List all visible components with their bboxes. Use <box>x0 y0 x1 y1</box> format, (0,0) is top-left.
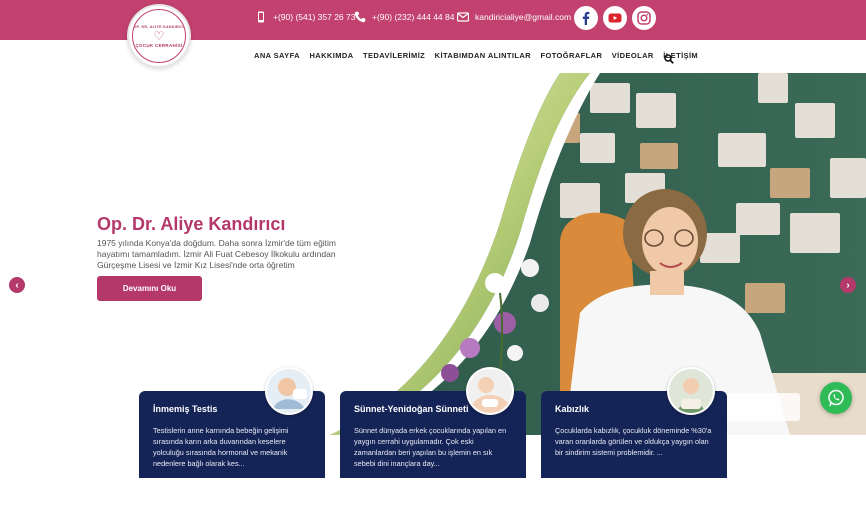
chevron-left-icon: ‹ <box>15 279 19 291</box>
facebook-button[interactable] <box>574 6 598 30</box>
phone-icon <box>354 11 366 23</box>
baby-photo-icon <box>267 369 311 413</box>
search-button[interactable] <box>664 51 674 64</box>
site-logo[interactable]: OP. DR. ALİYE KANDIRICI ♡ ÇOCUK CERRAHİS… <box>127 4 191 68</box>
card-text: Sünnet dünyada erkek çocuklarında yapıla… <box>354 426 507 468</box>
card-image <box>466 367 514 415</box>
slider-prev-button[interactable]: ‹ <box>9 277 25 293</box>
logo-seal: OP. DR. ALİYE KANDIRICI ♡ ÇOCUK CERRAHİS… <box>132 9 186 63</box>
nav-item-ana-sayfa[interactable]: ANA SAYFA <box>254 51 300 60</box>
nav-item-videolar[interactable]: VİDEOLAR <box>612 51 654 60</box>
slider-next-button[interactable]: › <box>840 277 856 293</box>
hero-slider: Op. Dr. Aliye Kandırıcı 1975 yılında Kon… <box>0 73 866 435</box>
phone-mobile[interactable]: +(90) (541) 357 26 73 <box>255 0 355 34</box>
card-image <box>265 367 313 415</box>
nav-item-hakkimda[interactable]: HAKKIMDA <box>309 51 353 60</box>
read-more-button[interactable]: Devamını Oku <box>97 276 202 301</box>
hand-heart-icon: ♡ <box>153 28 165 43</box>
youtube-button[interactable] <box>603 6 627 30</box>
logo-bottom-text: ÇOCUK CERRAHİSİ <box>135 42 183 48</box>
youtube-icon <box>608 13 622 23</box>
newborn-photo-icon <box>468 369 512 413</box>
hero-content: Op. Dr. Aliye Kandırıcı 1975 yılında Kon… <box>97 214 357 271</box>
card-text: Testislerin anne karnında bebeğin gelişi… <box>153 426 289 468</box>
phone-landline[interactable]: +(90) (232) 444 44 84 <box>354 0 454 34</box>
email-text: kandiricialiye@gmail.com <box>475 12 572 22</box>
card-image <box>667 367 715 415</box>
child-photo-icon <box>669 369 713 413</box>
nav-item-fotograflar[interactable]: FOTOĞRAFLAR <box>541 51 603 60</box>
chevron-right-icon: › <box>846 279 850 291</box>
phone-landline-text: +(90) (232) 444 44 84 <box>372 12 455 22</box>
email-link[interactable]: kandiricialiye@gmail.com <box>457 0 571 34</box>
facebook-icon <box>582 11 590 25</box>
treatment-card[interactable]: İnmemiş Testis Testislerin anne karnında… <box>139 367 325 478</box>
envelope-icon <box>457 11 469 23</box>
whatsapp-button[interactable] <box>820 382 852 414</box>
instagram-button[interactable] <box>632 6 656 30</box>
treatment-card[interactable]: Sünnet-Yenidoğan Sünneti Sünnet dünyada … <box>340 367 526 478</box>
hero-description: 1975 yılında Konya'da doğdum. Daha sonra… <box>97 238 337 270</box>
card-text: Çocuklarda kabızlık, çocukluk döneminde … <box>555 426 712 457</box>
search-icon <box>664 54 674 64</box>
hero-title: Op. Dr. Aliye Kandırıcı <box>97 214 286 234</box>
treatment-card[interactable]: Kabızlık Çocuklarda kabızlık, çocukluk d… <box>541 367 727 478</box>
nav-item-kitabimdan-alintilar[interactable]: KİTABIMDAN ALINTILAR <box>435 51 531 60</box>
mobile-phone-icon <box>255 11 267 23</box>
instagram-icon <box>637 11 651 25</box>
phone-mobile-text: +(90) (541) 357 26 73 <box>273 12 356 22</box>
page: +(90) (541) 357 26 73 +(90) (232) 444 44… <box>0 0 866 515</box>
nav-list: ANA SAYFA HAKKIMDA TEDAVİLERİMİZ KİTABIM… <box>254 40 708 70</box>
whatsapp-icon <box>828 389 844 407</box>
nav-item-tedavilerimiz[interactable]: TEDAVİLERİMİZ <box>363 51 425 60</box>
